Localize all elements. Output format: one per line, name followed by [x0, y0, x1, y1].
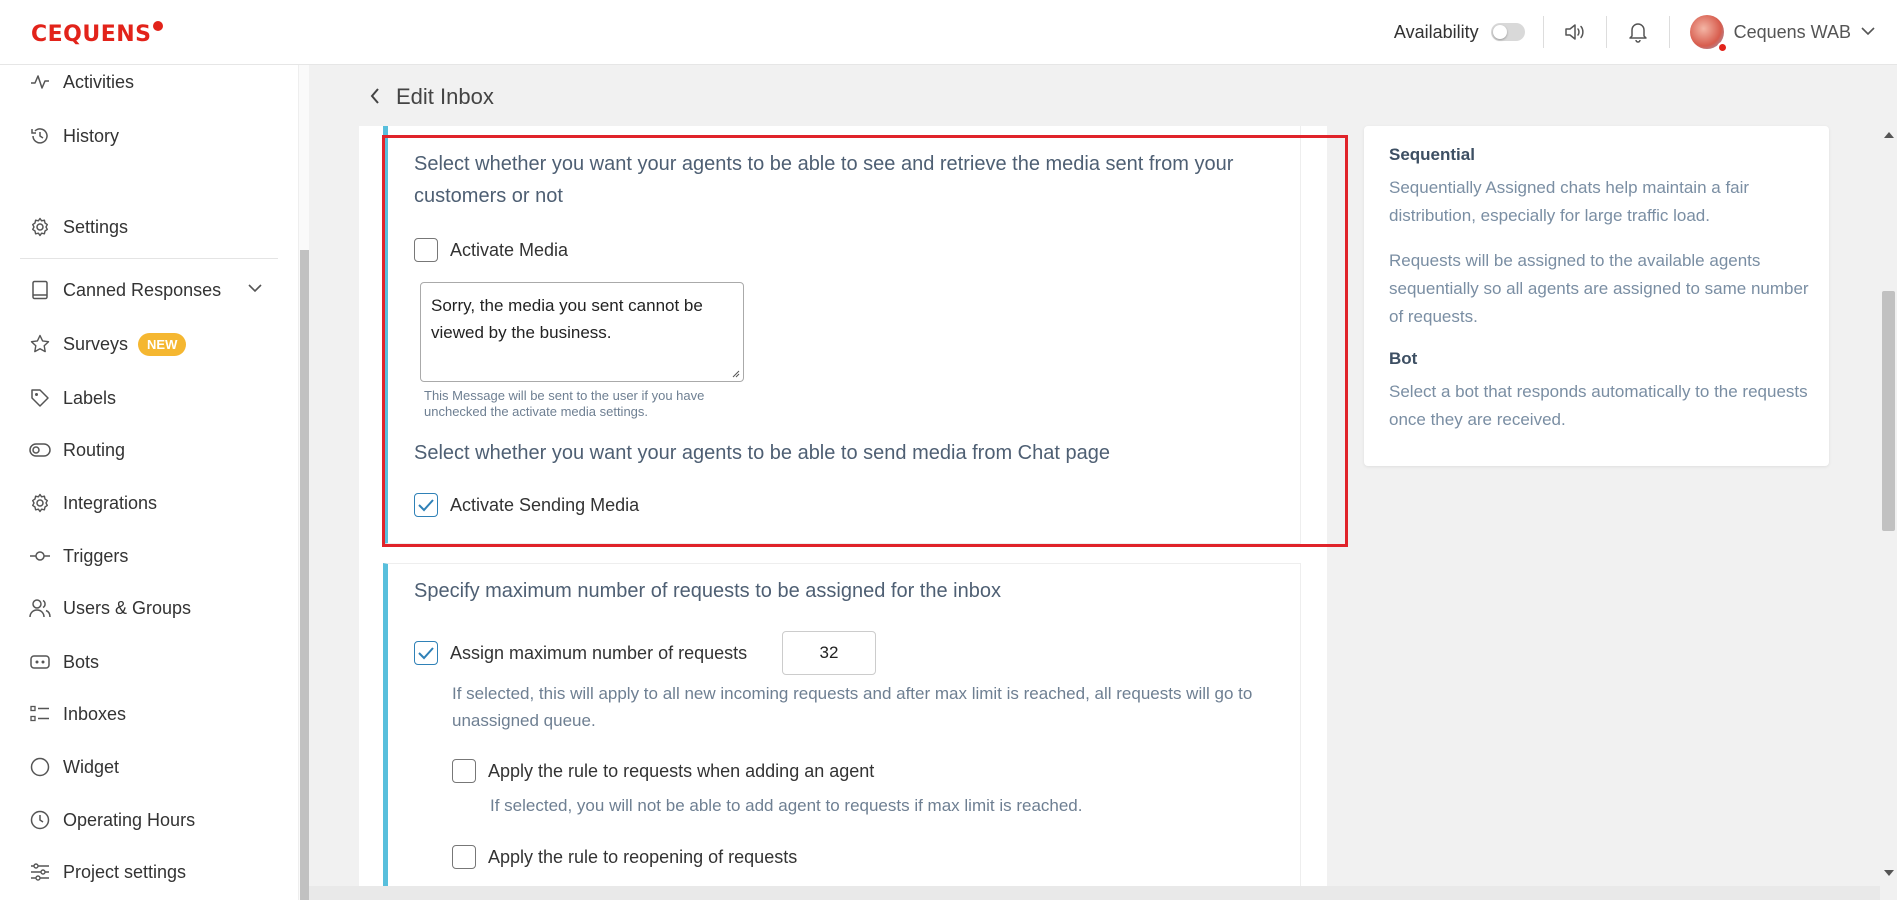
assign-max-checkbox[interactable]	[414, 641, 438, 665]
tag-icon	[29, 387, 51, 409]
sidebar-item-widget[interactable]: Widget	[29, 752, 119, 782]
sequential-text-2: Requests will be assigned to the availab…	[1389, 251, 1809, 326]
back-arrow-icon[interactable]	[370, 84, 380, 110]
sidebar-item-label: Canned Responses	[63, 279, 222, 300]
sidebar-item-routing[interactable]: Routing	[29, 435, 125, 465]
sidebar-item-bots[interactable]: Bots	[29, 647, 99, 677]
sidebar-item-operating-hours[interactable]: Operating Hours	[29, 805, 195, 835]
star-icon	[29, 333, 51, 355]
chevron-down-icon[interactable]	[1861, 23, 1875, 41]
circle-icon	[29, 756, 51, 778]
sidebar-item-label: Settings	[63, 216, 129, 237]
sidebar-item-activities[interactable]: Activities	[29, 67, 134, 97]
users-icon	[29, 597, 51, 619]
assign-max-label: Assign maximum number of requests	[450, 642, 748, 663]
activity-icon	[29, 71, 51, 93]
availability-label: Availability	[1393, 21, 1479, 42]
sidebar-item-label: Activities	[63, 71, 135, 92]
horizontal-scrollbar[interactable]	[309, 886, 1880, 900]
page-title: Edit Inbox	[370, 84, 494, 110]
max-requests-input[interactable]: 32	[782, 631, 876, 675]
page-title-text: Edit Inbox	[396, 84, 494, 109]
sidebar-item-label: Widget	[63, 756, 120, 777]
history-icon	[29, 125, 51, 147]
speaker-icon[interactable]	[1544, 0, 1606, 64]
sidebar-item-label: Integrations	[63, 492, 158, 513]
sidebar-item-surveys[interactable]: Surveys NEW	[29, 329, 187, 359]
sidebar-item-label: Bots	[63, 651, 100, 672]
availability-toggle[interactable]	[1490, 23, 1525, 41]
gear-icon	[29, 216, 51, 238]
rule-reopening-label: Apply the rule to reopening of requests	[488, 846, 798, 867]
rule-adding-agent-row[interactable]: Apply the rule to requests when adding a…	[452, 759, 874, 783]
sidebar-item-label: Surveys	[63, 333, 129, 354]
main-scrollbar[interactable]	[1880, 126, 1897, 886]
scroll-thumb[interactable]	[1882, 291, 1895, 531]
top-bar: CEQUENS Availability Cequens WAB	[0, 0, 1897, 65]
bot-icon	[29, 651, 51, 673]
sidebar-scrollbar[interactable]	[298, 65, 309, 900]
assign-max-row[interactable]: Assign maximum number of requests	[414, 641, 747, 665]
sidebar-item-label: Triggers	[63, 545, 129, 566]
sidebar: Activities History Settings Canned Respo…	[0, 65, 298, 900]
sequential-text-1: Sequentially Assigned chats help maintai…	[1389, 178, 1750, 225]
rule-reopening-checkbox[interactable]	[452, 845, 476, 869]
user-name[interactable]: Cequens WAB	[1734, 22, 1851, 43]
bell-icon[interactable]	[1607, 0, 1669, 64]
new-badge: NEW	[138, 332, 187, 356]
top-bar-right: Availability Cequens WAB	[1394, 0, 1897, 64]
bot-text: Select a bot that responds automatically…	[1389, 382, 1808, 429]
rule-reopening-row[interactable]: Apply the rule to reopening of requests	[452, 845, 797, 869]
chevron-down-icon[interactable]	[248, 280, 262, 298]
max-requests-heading: Specify maximum number of requests to be…	[414, 580, 1001, 602]
sequential-title: Sequential	[1389, 145, 1475, 164]
max-requests-section: Specify maximum number of requests to be…	[383, 563, 1301, 900]
list-icon	[29, 703, 51, 725]
sidebar-item-history[interactable]: History	[29, 121, 119, 151]
gear-icon	[29, 492, 51, 514]
sidebar-item-label: Inboxes	[63, 703, 127, 724]
info-panel: Sequential Sequentially Assigned chats h…	[1364, 126, 1829, 466]
sidebar-item-inboxes[interactable]: Inboxes	[29, 699, 126, 729]
divider	[1668, 16, 1670, 48]
assign-max-description: If selected, this will apply to all new …	[452, 684, 1253, 730]
sidebar-item-settings[interactable]: Settings	[29, 212, 128, 242]
sidebar-divider	[20, 258, 278, 259]
sidebar-item-label: Users & Groups	[63, 597, 192, 618]
sidebar-item-project-settings[interactable]: Project settings	[29, 857, 186, 887]
sidebar-item-labels[interactable]: Labels	[29, 383, 116, 413]
sidebar-item-label: Project settings	[63, 861, 187, 882]
sidebar-item-canned-responses[interactable]: Canned Responses	[29, 275, 221, 305]
rule-adding-agent-checkbox[interactable]	[452, 759, 476, 783]
sidebar-item-integrations[interactable]: Integrations	[29, 488, 157, 518]
cequens-logo[interactable]: CEQUENS	[31, 21, 163, 47]
sliders-icon	[29, 861, 51, 883]
sidebar-item-triggers[interactable]: Triggers	[29, 541, 128, 571]
scroll-down-icon[interactable]	[1884, 870, 1894, 876]
rule-adding-agent-description: If selected, you will not be able to add…	[490, 796, 1083, 815]
sidebar-item-label: Operating Hours	[63, 809, 196, 830]
bot-title: Bot	[1389, 349, 1418, 368]
book-icon	[29, 279, 51, 301]
rule-adding-agent-label: Apply the rule to requests when adding a…	[488, 760, 875, 781]
sidebar-item-label: History	[63, 125, 120, 146]
trigger-icon	[29, 545, 51, 567]
check-icon	[418, 647, 434, 660]
sidebar-item-label: Labels	[63, 387, 117, 408]
clock-icon	[29, 809, 51, 831]
highlight-box	[382, 135, 1348, 547]
routing-icon	[29, 439, 51, 461]
avatar[interactable]	[1689, 15, 1728, 53]
sidebar-item-label: Routing	[63, 439, 126, 460]
scroll-up-icon[interactable]	[1884, 132, 1894, 138]
sidebar-item-users-groups[interactable]: Users & Groups	[29, 593, 191, 623]
status-badge	[1716, 42, 1728, 53]
